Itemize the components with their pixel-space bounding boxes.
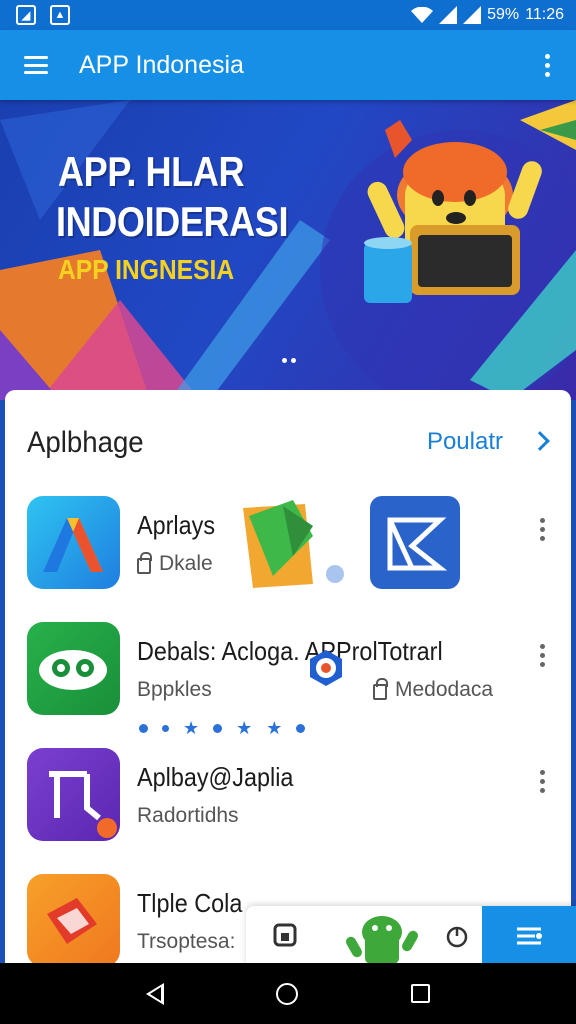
recent-apps-icon[interactable]	[410, 984, 430, 1003]
see-all-link[interactable]: Poulatr	[427, 428, 503, 456]
app-subtitle-text: Dkale	[159, 552, 213, 575]
hex-badge-icon	[310, 650, 342, 686]
app-icon	[27, 748, 120, 841]
chevron-right-icon[interactable]	[530, 431, 550, 451]
android-icon[interactable]	[342, 906, 422, 966]
carousel-indicator[interactable]	[282, 358, 296, 363]
filter-menu-button[interactable]	[482, 906, 576, 966]
app-thumbnail-icon-2	[370, 496, 460, 589]
bottom-toolbar	[246, 906, 576, 966]
app-subtitle: Radortidhs	[137, 804, 239, 827]
lock-icon	[373, 677, 388, 700]
section-header: Aplbhage Poulatr	[5, 390, 571, 486]
hero-banner[interactable]: APP. HLAR INDOIDERASI APP INGNESIA	[0, 100, 576, 400]
app-subtitle: Trsoptesa:	[137, 930, 236, 953]
more-options-icon[interactable]	[540, 770, 545, 793]
more-options-icon[interactable]	[540, 518, 545, 541]
hero-background	[0, 100, 576, 400]
signal-icon	[439, 6, 458, 24]
app-notification-icon: ▲	[50, 5, 70, 25]
app-name: Tlple Cola	[137, 888, 243, 918]
app-name: Aplbay@Japlia	[137, 762, 294, 792]
more-options-icon[interactable]	[540, 644, 545, 667]
rating-stars: ★ ★ ★	[139, 718, 306, 739]
hero-title-line2: INDOIDERASI	[56, 198, 289, 245]
app-publisher-text: Medodaca	[395, 678, 494, 701]
section-title: Aplbhage	[27, 426, 144, 459]
list-item[interactable]: Aplbay@Japlia Radortidhs	[5, 748, 571, 872]
back-icon[interactable]	[146, 982, 165, 1005]
status-bar: ◢ ▲ 59% 11:26	[0, 0, 576, 30]
home-icon[interactable]	[276, 982, 299, 1005]
hamburger-menu-icon[interactable]	[24, 56, 48, 74]
apps-card: Aplbhage Poulatr Aprlays Dkale Debals: A…	[5, 390, 571, 970]
system-nav-bar	[0, 963, 576, 1024]
hero-subtitle: APP INGNESIA	[58, 254, 235, 285]
wifi-icon	[411, 7, 434, 23]
app-icon	[27, 622, 120, 715]
app-subtitle: Dkale	[137, 551, 213, 576]
list-item[interactable]: Debals: Acloga. APProlTotrarl Bppkles Me…	[5, 622, 571, 746]
overflow-menu-icon[interactable]	[545, 53, 550, 77]
battery-level: 59%	[487, 6, 520, 23]
app-icon	[27, 874, 120, 967]
filter-icon	[517, 927, 542, 945]
app-publisher: Medodaca	[373, 677, 494, 702]
app-title: APP Indonesia	[79, 50, 244, 79]
gallery-notification-icon: ◢	[16, 5, 36, 25]
hero-title-line1: APP. HLAR	[58, 148, 245, 195]
app-name: Debals: Acloga. APProlTotrarl	[137, 636, 443, 666]
app-bar: APP Indonesia	[0, 30, 576, 100]
app-icon	[27, 496, 120, 589]
lock-icon	[137, 551, 152, 574]
clock: 11:26	[525, 6, 564, 23]
app-subtitle: Bppkles	[137, 678, 212, 701]
signal-icon-2	[463, 6, 482, 24]
power-icon[interactable]	[442, 906, 472, 966]
store-icon[interactable]	[270, 906, 300, 966]
list-item[interactable]: Aprlays Dkale	[5, 496, 571, 620]
app-name: Aprlays	[137, 510, 216, 540]
app-thumbnail-icon	[243, 500, 344, 588]
